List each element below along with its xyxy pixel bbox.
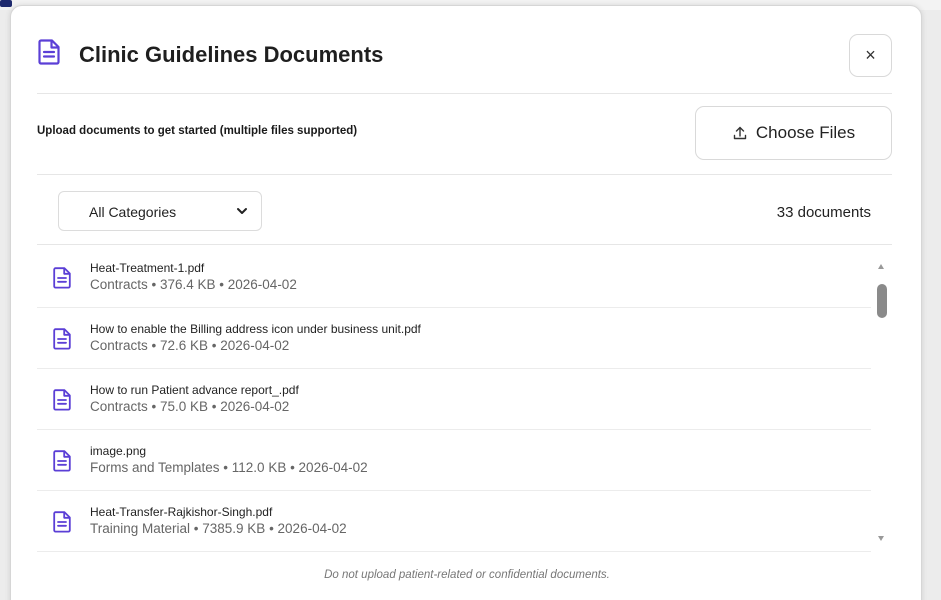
upload-icon bbox=[733, 126, 747, 140]
upload-prompt: Upload documents to get started (multipl… bbox=[37, 125, 358, 137]
footer-note: Do not upload patient-related or confide… bbox=[324, 569, 610, 581]
document-meta: Contracts • 75.0 KB • 2026-04-02 bbox=[90, 399, 290, 414]
document-meta: Forms and Templates • 112.0 KB • 2026-04… bbox=[90, 460, 368, 475]
document-meta: Contracts • 376.4 KB • 2026-04-02 bbox=[90, 277, 297, 292]
choose-files-button[interactable]: Choose Files bbox=[695, 106, 892, 160]
file-icon bbox=[53, 389, 71, 411]
document-name: How to enable the Billing address icon u… bbox=[90, 322, 421, 336]
file-icon bbox=[53, 328, 71, 350]
file-icon bbox=[53, 267, 71, 289]
list-item[interactable]: image.png Forms and Templates • 112.0 KB… bbox=[37, 430, 871, 491]
document-name: image.png bbox=[90, 444, 147, 458]
scroll-down-arrow-icon[interactable] bbox=[878, 536, 884, 541]
document-name: How to run Patient advance report_.pdf bbox=[90, 383, 299, 397]
modal-header: Clinic Guidelines Documents × bbox=[11, 6, 921, 94]
document-name: Heat-Treatment-1.pdf bbox=[90, 261, 205, 275]
divider bbox=[37, 244, 892, 245]
chevron-down-icon bbox=[237, 208, 247, 214]
close-icon: × bbox=[865, 45, 876, 65]
list-item[interactable]: How to run Patient advance report_.pdf C… bbox=[37, 369, 871, 430]
modal-title: Clinic Guidelines Documents bbox=[79, 42, 384, 67]
document-meta: Training Material • 7385.9 KB • 2026-04-… bbox=[90, 521, 347, 536]
document-name: Heat-Transfer-Rajkishor-Singh.pdf bbox=[90, 505, 273, 519]
divider bbox=[37, 93, 892, 94]
documents-modal: Clinic Guidelines Documents × Upload doc… bbox=[10, 5, 922, 600]
category-filter-select[interactable]: All Categories bbox=[58, 191, 262, 231]
scroll-thumb[interactable] bbox=[877, 284, 887, 318]
scroll-up-arrow-icon[interactable] bbox=[878, 264, 884, 269]
divider bbox=[37, 174, 892, 175]
list-scrollbar[interactable] bbox=[874, 264, 888, 546]
choose-files-label: Choose Files bbox=[755, 123, 856, 142]
document-list: Heat-Treatment-1.pdf Contracts • 376.4 K… bbox=[37, 247, 893, 552]
close-button[interactable]: × bbox=[849, 34, 892, 77]
document-count: 33 documents bbox=[776, 204, 871, 221]
list-item[interactable]: How to enable the Billing address icon u… bbox=[37, 308, 871, 369]
list-item[interactable]: Heat-Treatment-1.pdf Contracts • 376.4 K… bbox=[37, 247, 871, 308]
file-icon bbox=[53, 450, 71, 472]
list-item[interactable]: Heat-Transfer-Rajkishor-Singh.pdf Traini… bbox=[37, 491, 871, 552]
document-icon bbox=[38, 39, 60, 65]
file-icon bbox=[53, 511, 71, 533]
category-filter-value: All Categories bbox=[89, 204, 177, 220]
document-meta: Contracts • 72.6 KB • 2026-04-02 bbox=[90, 338, 290, 353]
